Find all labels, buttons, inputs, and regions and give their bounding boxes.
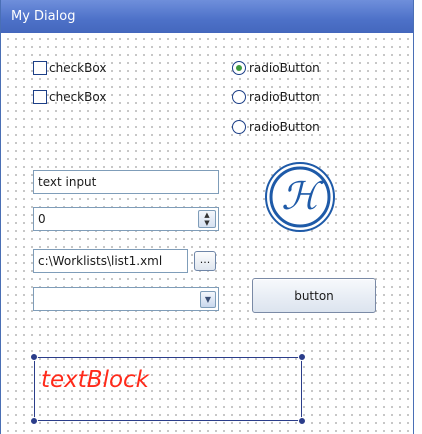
- checkbox-1-box[interactable]: [33, 61, 47, 75]
- logo-emblem-icon: ℋ: [265, 162, 335, 232]
- radio-button-1[interactable]: radioButton: [232, 61, 320, 75]
- radio-button-2[interactable]: radioButton: [232, 90, 320, 104]
- checkbox-1[interactable]: checkBox: [33, 61, 106, 75]
- checkbox-2-box[interactable]: [33, 90, 47, 104]
- radio-1-label: radioButton: [249, 61, 320, 75]
- checkbox-2[interactable]: checkBox: [33, 90, 106, 104]
- checkbox-1-label: checkBox: [49, 61, 107, 75]
- radio-3-indicator[interactable]: [232, 120, 246, 134]
- radio-1-indicator[interactable]: [232, 61, 246, 75]
- logo-glyph: ℋ: [281, 174, 324, 218]
- numeric-input-value: 0: [38, 212, 46, 226]
- chevron-down-icon[interactable]: ▼: [200, 291, 216, 308]
- spin-down-icon[interactable]: ▼: [204, 219, 209, 227]
- spin-buttons[interactable]: ▲ ▼: [198, 210, 216, 228]
- browse-button-label: ...: [199, 252, 211, 266]
- button[interactable]: button: [252, 278, 376, 313]
- spin-up-icon[interactable]: ▲: [204, 211, 209, 219]
- text-input-value: text input: [38, 175, 97, 189]
- button-label: button: [294, 288, 334, 303]
- dialog-window: My Dialog checkBox checkBox radioButton …: [0, 0, 414, 434]
- title-bar: My Dialog: [1, 0, 413, 33]
- resize-handle-top-left[interactable]: [30, 353, 38, 361]
- window-title: My Dialog: [11, 9, 76, 24]
- numeric-input[interactable]: 0: [33, 207, 219, 231]
- combobox[interactable]: [33, 287, 219, 311]
- resize-handle-bottom-left[interactable]: [30, 417, 38, 425]
- browse-button[interactable]: ...: [194, 251, 216, 271]
- resize-handle-bottom-right[interactable]: [298, 417, 306, 425]
- checkbox-2-label: checkBox: [49, 90, 107, 104]
- text-block: textBlock: [41, 367, 150, 393]
- radio-2-label: radioButton: [249, 90, 320, 104]
- radio-3-label: radioButton: [249, 120, 320, 134]
- radio-2-indicator[interactable]: [232, 90, 246, 104]
- text-input[interactable]: text input: [33, 170, 219, 194]
- radio-button-3[interactable]: radioButton: [232, 120, 320, 134]
- logo: ℋ: [263, 160, 337, 234]
- resize-handle-top-right[interactable]: [298, 353, 306, 361]
- file-path-value: c:\Worklists\list1.xml: [38, 254, 163, 268]
- file-path-input[interactable]: c:\Worklists\list1.xml: [33, 249, 188, 273]
